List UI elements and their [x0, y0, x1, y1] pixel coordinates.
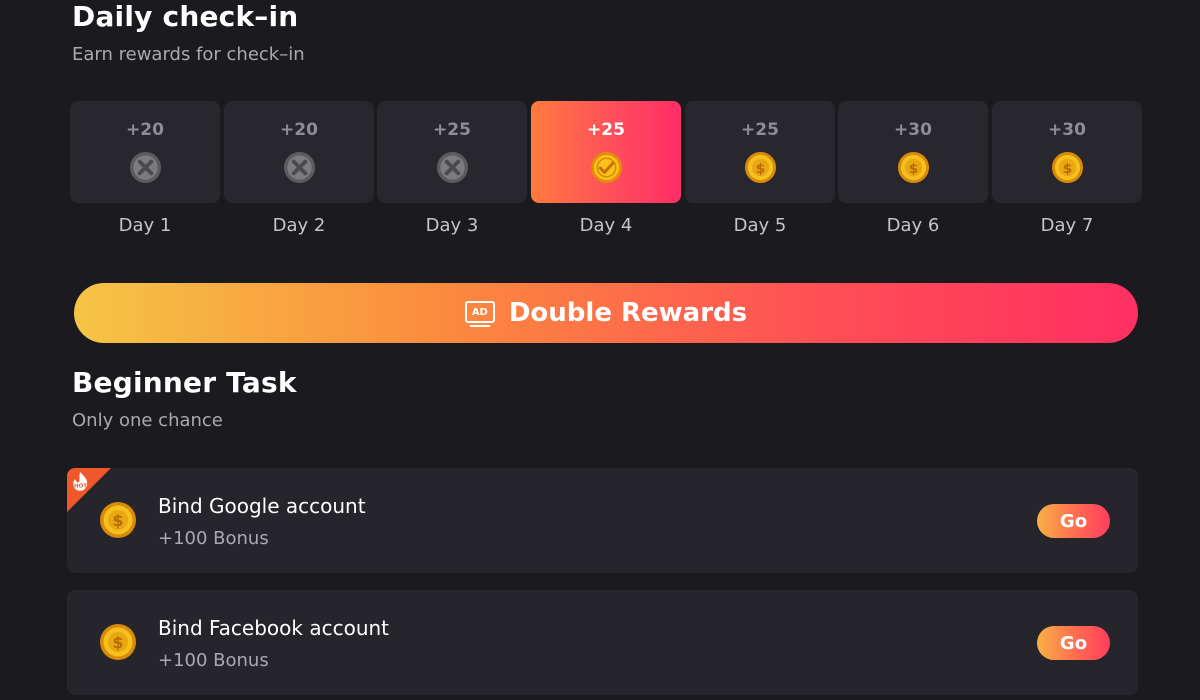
day-label: Day 2 — [272, 215, 326, 236]
day-label: Day 3 — [425, 215, 479, 236]
svg-text:$: $ — [756, 161, 765, 177]
day-reward-amount: +20 — [280, 120, 318, 140]
svg-text:$: $ — [1063, 161, 1072, 177]
crossed-coin-icon — [436, 151, 469, 184]
checkin-page: Daily check–in Earn rewards for check–in… — [0, 0, 1200, 700]
task-bind-google: HOT $ Bind Google account +100 Bonus Go — [67, 468, 1138, 573]
day-reward-amount: +25 — [741, 120, 779, 140]
day-label: Day 1 — [118, 215, 172, 236]
day-card-1[interactable]: +20 Day 1 — [70, 101, 220, 241]
day-reward-amount: +25 — [433, 120, 471, 140]
svg-text:$: $ — [112, 633, 123, 652]
day-card-4[interactable]: +25 Day 4 — [531, 101, 681, 241]
crossed-coin-icon — [129, 151, 162, 184]
go-button[interactable]: Go — [1037, 504, 1110, 538]
day-card-3[interactable]: +25 Day 3 — [377, 101, 527, 241]
day-reward-amount: +25 — [587, 120, 625, 140]
day-card-7[interactable]: +30 $ Day 7 — [992, 101, 1142, 241]
beginner-task-subtitle: Only one chance — [72, 410, 223, 431]
day-label: Day 6 — [886, 215, 940, 236]
day-card-5[interactable]: +25 $ Day 5 — [685, 101, 835, 241]
dollar-coin-icon: $ — [744, 151, 777, 184]
beginner-task-title: Beginner Task — [72, 366, 297, 399]
day-label: Day 7 — [1040, 215, 1094, 236]
double-rewards-label: Double Rewards — [508, 298, 748, 328]
day-card-2[interactable]: +20 Day 2 — [224, 101, 374, 241]
day-label: Day 5 — [733, 215, 787, 236]
day-reward-amount: +30 — [894, 120, 932, 140]
day-reward-amount: +30 — [1048, 120, 1086, 140]
dollar-coin-icon: $ — [1051, 151, 1084, 184]
checkin-days-row: +20 Day 1 +20 Day 2 +25 Day 3 +25 Day 4 … — [70, 101, 1142, 241]
dollar-coin-icon: $ — [897, 151, 930, 184]
svg-text:$: $ — [112, 511, 123, 530]
day-card-6[interactable]: +30 $ Day 6 — [838, 101, 988, 241]
task-bonus: +100 Bonus — [158, 650, 269, 671]
check-coin-icon — [590, 151, 623, 184]
dollar-coin-icon: $ — [100, 502, 136, 538]
task-title: Bind Facebook account — [158, 616, 390, 640]
task-bind-facebook: $ Bind Facebook account +100 Bonus Go — [67, 590, 1138, 695]
daily-checkin-subtitle: Earn rewards for check–in — [72, 44, 305, 65]
day-reward-amount: +20 — [126, 120, 164, 140]
go-button[interactable]: Go — [1037, 626, 1110, 660]
day-label: Day 4 — [579, 215, 633, 236]
ad-icon: AD — [464, 301, 495, 327]
task-bonus: +100 Bonus — [158, 528, 269, 549]
dollar-coin-icon: $ — [100, 624, 136, 660]
daily-checkin-title: Daily check–in — [72, 0, 299, 33]
crossed-coin-icon — [283, 151, 316, 184]
task-title: Bind Google account — [158, 494, 366, 518]
double-rewards-button[interactable]: AD Double Rewards — [74, 283, 1138, 343]
hot-label: HOT — [74, 484, 87, 490]
svg-text:$: $ — [909, 161, 918, 177]
